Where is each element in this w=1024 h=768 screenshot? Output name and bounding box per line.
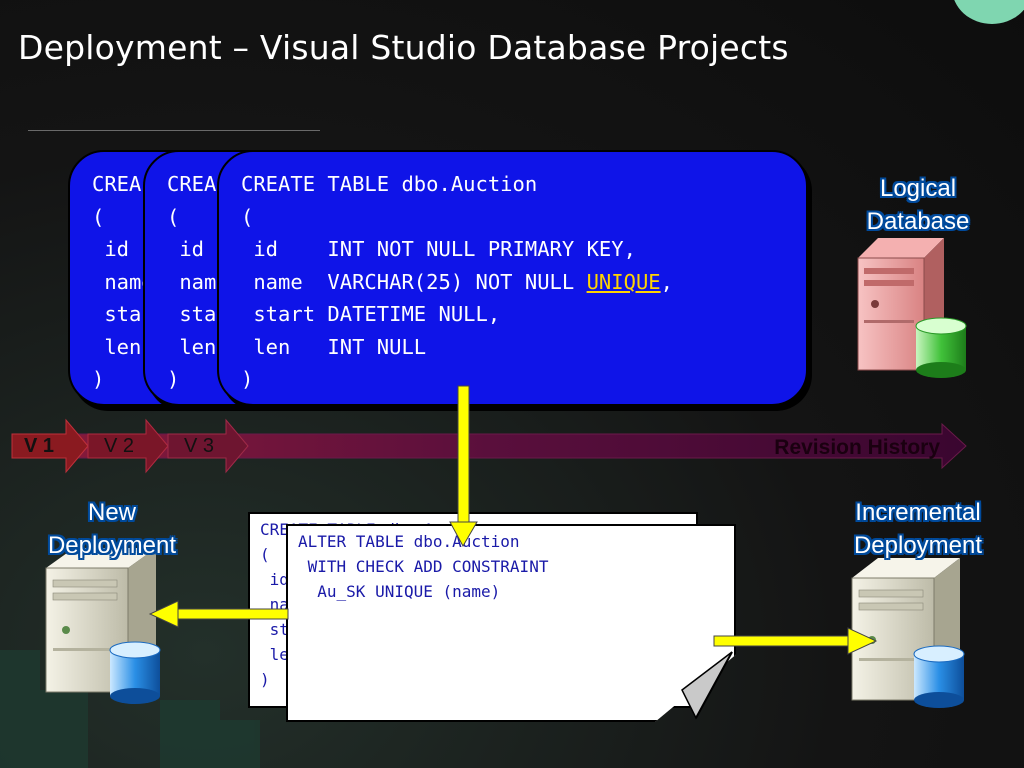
slide: Deployment – Visual Studio Database Proj… bbox=[0, 0, 1024, 768]
arrow-right-to-incremental-deployment bbox=[713, 627, 878, 655]
arrows-overlay bbox=[148, 385, 878, 720]
page-curl-fold bbox=[681, 651, 733, 720]
arrow-down-to-script bbox=[449, 385, 478, 548]
arrow-left-to-new-deployment bbox=[148, 600, 289, 628]
